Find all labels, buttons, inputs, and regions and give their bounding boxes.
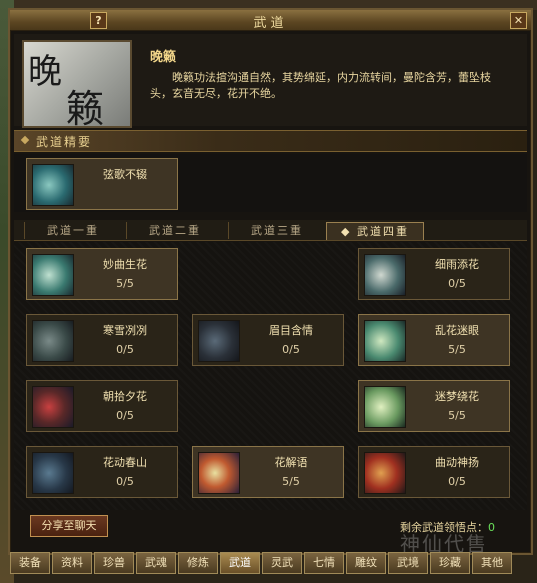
- bottom-tab-wudao[interactable]: 武道: [220, 552, 260, 574]
- skill-portrait: 晚 籁: [22, 40, 132, 131]
- skill-card-level: 5/5: [448, 409, 466, 422]
- skill-icon: [198, 452, 240, 494]
- skill-icon: [364, 386, 406, 428]
- tab-tier-4[interactable]: ◆ 武道四重: [326, 222, 424, 240]
- bottom-tab-other[interactable]: 其他: [472, 552, 512, 574]
- bottom-tab-bar: 装备 资料 珍兽 武魂 修炼 武道 灵武 七情 雕纹 武境 珍藏 其他: [10, 552, 537, 574]
- close-button[interactable]: ✕: [510, 12, 527, 29]
- window-title: 武道: [253, 16, 288, 31]
- skill-icon: [364, 452, 406, 494]
- essentials-card-name: 弦歌不辍: [103, 168, 147, 181]
- skill-card-3[interactable]: 寒雪冽冽 0/5: [26, 314, 178, 366]
- essentials-card[interactable]: 弦歌不辍: [26, 158, 178, 210]
- essentials-header: 武道精要: [14, 130, 527, 152]
- diamond-icon: [20, 135, 30, 145]
- skill-card-10[interactable]: 曲动神扬 0/5: [358, 446, 510, 498]
- skill-card-level: 0/5: [282, 343, 300, 356]
- skill-card-level: 0/5: [116, 343, 134, 356]
- skill-icon: [32, 320, 74, 362]
- portrait-glyph-1: 晚: [28, 52, 62, 92]
- bottom-tab-lingwu[interactable]: 灵武: [262, 552, 302, 574]
- tab-tier-1[interactable]: 武道一重: [24, 222, 121, 239]
- skill-icon: [32, 164, 74, 206]
- skill-card-name: 寒雪冽冽: [103, 324, 147, 337]
- skill-card-7[interactable]: 迷梦绕花 5/5: [358, 380, 510, 432]
- skill-card-2[interactable]: 细雨添花 0/5: [358, 248, 510, 300]
- skill-card-level: 0/5: [116, 409, 134, 422]
- skill-card-name: 曲动神扬: [435, 456, 479, 469]
- portrait-glyph-2: 籁: [66, 87, 105, 131]
- bottom-tab-profile[interactable]: 资料: [52, 552, 92, 574]
- skill-card-8[interactable]: 花动春山 0/5: [26, 446, 178, 498]
- skill-card-name: 细雨添花: [435, 258, 479, 271]
- skill-grid: 妙曲生花 5/5 细雨添花 0/5 寒雪冽冽 0/5 眉目含情 0/5 乱花迷眼…: [14, 242, 527, 510]
- bottom-tab-engraving[interactable]: 雕纹: [346, 552, 386, 574]
- skill-card-name: 乱花迷眼: [435, 324, 479, 337]
- remaining-points-value: 0: [488, 521, 495, 534]
- skill-card-name: 花解语: [274, 456, 308, 469]
- skill-card-name: 花动春山: [103, 456, 147, 469]
- skill-card-1[interactable]: 妙曲生花 5/5: [26, 248, 178, 300]
- skill-card-level: 5/5: [282, 475, 300, 488]
- skill-card-name: 妙曲生花: [103, 258, 147, 271]
- skill-card-5[interactable]: 乱花迷眼 5/5: [358, 314, 510, 366]
- skill-card-name: 朝拾夕花: [103, 390, 147, 403]
- bottom-tab-collection[interactable]: 珍藏: [430, 552, 470, 574]
- skill-icon: [32, 452, 74, 494]
- skill-card-4[interactable]: 眉目含情 0/5: [192, 314, 344, 366]
- skill-card-name: 眉目含情: [269, 324, 313, 337]
- skill-description: 晚籁功法揎沟通自然，其势绵延，内力流转间，曼陀含芳，蕾坠枝头，玄音无尽，花开不绝…: [150, 71, 491, 100]
- skill-name: 晚籁: [150, 50, 177, 65]
- bottom-tab-emotions[interactable]: 七情: [304, 552, 344, 574]
- skill-header: 晚 籁 晚籁 晚籁功法揎沟通自然，其势绵延，内力流转间，曼陀含芳，蕾坠枝头，玄音…: [14, 34, 527, 131]
- skill-card-level: 5/5: [116, 277, 134, 290]
- skill-card-level: 5/5: [448, 343, 466, 356]
- essentials-panel: 弦歌不辍: [14, 154, 527, 212]
- bottom-tab-pets[interactable]: 珍兽: [94, 552, 134, 574]
- skill-card-name: 迷梦绕花: [435, 390, 479, 403]
- skill-icon: [32, 254, 74, 296]
- skill-card-level: 0/5: [448, 475, 466, 488]
- tier-tabs: 武道一重 武道二重 武道三重 ◆ 武道四重: [14, 220, 527, 241]
- tab-tier-3[interactable]: 武道三重: [228, 222, 325, 239]
- skill-icon: [364, 320, 406, 362]
- title-bar[interactable]: ? 武道 ✕: [10, 10, 531, 31]
- skill-icon: [198, 320, 240, 362]
- wudao-window: ? 武道 ✕ 晚 籁 晚籁 晚籁功法揎沟通自然，其势绵延，内力流转间，曼陀含芳，…: [8, 8, 533, 555]
- share-to-chat-button[interactable]: 分享至聊天: [30, 515, 108, 537]
- tab-tier-2[interactable]: 武道二重: [126, 222, 223, 239]
- skill-card-9[interactable]: 花解语 5/5: [192, 446, 344, 498]
- essentials-label: 武道精要: [36, 135, 93, 149]
- skill-icon: [32, 386, 74, 428]
- skill-card-level: 0/5: [448, 277, 466, 290]
- skill-card-6[interactable]: 朝拾夕花 0/5: [26, 380, 178, 432]
- tab-tier-4-label: 武道四重: [356, 225, 409, 238]
- bottom-tab-equipment[interactable]: 装备: [10, 552, 50, 574]
- bottom-tab-soul[interactable]: 武魂: [136, 552, 176, 574]
- skill-card-level: 0/5: [116, 475, 134, 488]
- bottom-tab-cultivation[interactable]: 修炼: [178, 552, 218, 574]
- skill-icon: [364, 254, 406, 296]
- bottom-tab-realm[interactable]: 武境: [388, 552, 428, 574]
